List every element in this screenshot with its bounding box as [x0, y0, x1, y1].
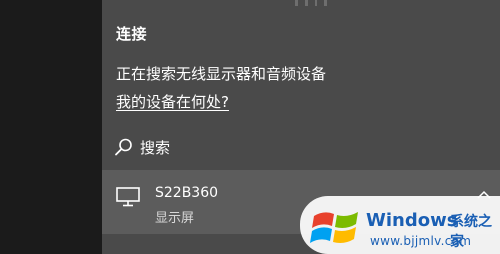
monitor-icon	[116, 187, 140, 207]
windows-logo-icon	[310, 212, 358, 243]
watermark-brand: Windows	[366, 210, 458, 231]
watermark-url: www.bjjmlv.com	[370, 234, 472, 248]
where-is-my-device-link[interactable]: 我的设备在何处?	[116, 91, 229, 112]
searching-status-text: 正在搜索无线显示器和音频设备	[116, 65, 327, 83]
search-label: 搜索	[140, 138, 171, 157]
panel-title: 连接	[116, 25, 148, 43]
device-name: S22B360	[155, 185, 219, 201]
device-type: 显示屏	[155, 211, 195, 226]
left-strip	[0, 0, 102, 254]
drag-handle-dots	[295, 0, 327, 6]
search-button[interactable]: 搜索	[114, 135, 170, 159]
watermark: Windows 系统之家 www.bjjmlv.com	[300, 196, 500, 254]
search-icon	[115, 138, 132, 156]
